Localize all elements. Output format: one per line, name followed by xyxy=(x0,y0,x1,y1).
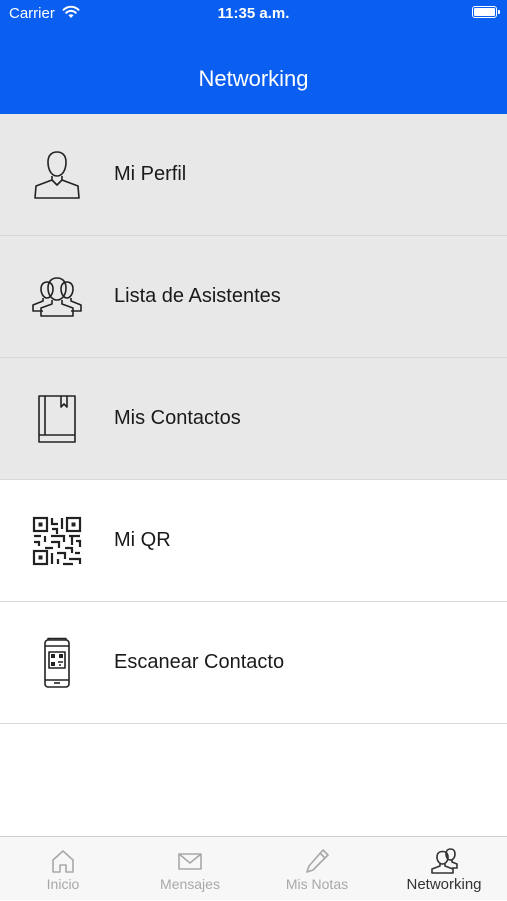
menu-item-lista-asistentes[interactable]: Lista de Asistentes xyxy=(0,236,507,358)
tab-mis-notas[interactable]: Mis Notas xyxy=(254,837,380,901)
menu-item-mi-qr[interactable]: Mi QR xyxy=(0,480,507,602)
tab-label: Inicio xyxy=(46,876,80,892)
tab-label: Mis Notas xyxy=(285,876,349,892)
menu-item-label: Mi QR xyxy=(114,529,171,551)
tab-networking[interactable]: Networking xyxy=(381,837,507,901)
tab-label: Networking xyxy=(406,876,482,893)
phone-scan-icon xyxy=(44,637,70,688)
menu-item-label: Mis Contactos xyxy=(114,407,241,429)
contacts-book-icon xyxy=(38,395,76,443)
menu-item-label: Mi Perfil xyxy=(114,163,187,185)
battery-icon xyxy=(472,6,500,18)
status-bar: Carrier 11:35 a.m. xyxy=(0,0,507,30)
mail-icon xyxy=(178,853,202,870)
user-icon xyxy=(34,151,80,199)
status-time: 11:35 a.m. xyxy=(217,5,290,22)
qr-code-icon xyxy=(32,516,82,566)
users-icon xyxy=(32,277,82,317)
menu-item-mis-contactos[interactable]: Mis Contactos xyxy=(0,358,507,480)
tab-mensajes[interactable]: Mensajes xyxy=(127,837,253,901)
networking-menu: Mi Perfil Lista de Asistentes Mis Contac… xyxy=(0,114,507,724)
menu-item-mi-perfil[interactable]: Mi Perfil xyxy=(0,114,507,236)
menu-item-escanear-contacto[interactable]: Escanear Contacto xyxy=(0,602,507,724)
page-title: Networking xyxy=(198,66,309,91)
menu-item-label: Lista de Asistentes xyxy=(114,285,281,307)
tab-inicio[interactable]: Inicio xyxy=(0,837,126,901)
tab-label: Mensajes xyxy=(160,876,220,892)
menu-item-label: Escanear Contacto xyxy=(114,651,285,673)
home-icon xyxy=(52,850,74,873)
users-icon xyxy=(431,848,458,874)
header-bar: Carrier 11:35 a.m. Networking xyxy=(0,0,507,114)
pencil-icon xyxy=(306,849,329,873)
tab-bar: Inicio Mensajes Mis Notas Networking xyxy=(0,836,507,900)
